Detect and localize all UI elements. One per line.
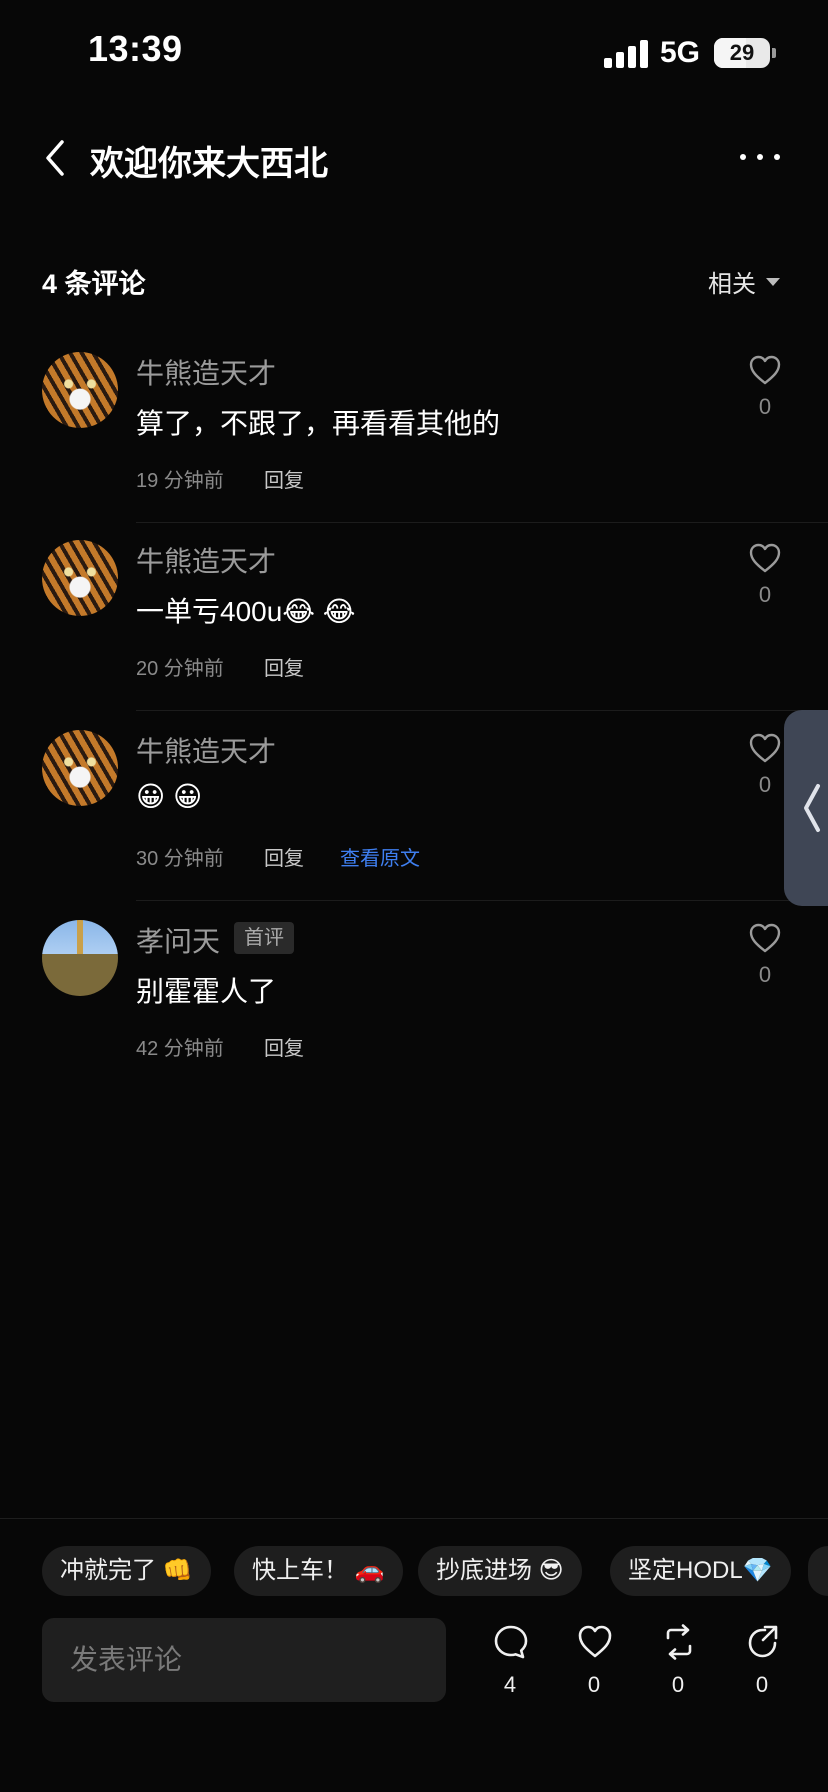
- comment-item: 牛熊造天才 算了，不跟了，再看看其他的 19 分钟前 回复 0: [0, 352, 828, 542]
- battery-icon: 29: [714, 38, 770, 68]
- comment-text: 😀 😀: [136, 781, 203, 812]
- comment-time: 42 分钟前: [136, 1038, 224, 1060]
- bottom-divider: [0, 1518, 828, 1519]
- avatar[interactable]: [42, 730, 118, 806]
- reposts-count: 0: [671, 1672, 685, 1697]
- comment-count-title: 4 条评论: [42, 269, 146, 299]
- quick-reply-chip-overflow[interactable]: [808, 1546, 828, 1596]
- more-options-button[interactable]: [740, 154, 780, 162]
- comments-count: 4: [503, 1672, 517, 1697]
- side-drawer-handle[interactable]: [784, 710, 828, 906]
- reply-button[interactable]: 回复: [264, 464, 304, 493]
- more-dots-icon: [740, 154, 746, 160]
- share-action[interactable]: 0: [732, 1624, 792, 1700]
- page-title: 欢迎你来大西北: [90, 145, 328, 183]
- heart-icon[interactable]: [748, 542, 782, 574]
- status-time: 13:39: [88, 28, 183, 69]
- comments-action[interactable]: 4: [480, 1624, 540, 1700]
- avatar[interactable]: [42, 540, 118, 616]
- comment-time: 19 分钟前: [136, 470, 224, 492]
- battery-cap: [772, 48, 776, 58]
- caret-down-icon[interactable]: [766, 278, 780, 286]
- comment-time: 30 分钟前: [136, 848, 224, 870]
- like-count: 0: [758, 394, 772, 419]
- comment-username[interactable]: 牛熊造天才: [136, 352, 276, 392]
- like-count: 0: [758, 772, 772, 797]
- heart-icon[interactable]: [748, 732, 782, 764]
- like-count: 0: [758, 582, 772, 607]
- comment-text: 算了，不跟了，再看看其他的: [136, 408, 501, 439]
- reply-button[interactable]: 回复: [264, 1032, 304, 1061]
- repost-action[interactable]: 0: [648, 1624, 708, 1700]
- shares-count: 0: [755, 1672, 769, 1697]
- like-action[interactable]: 0: [564, 1624, 624, 1700]
- heart-icon[interactable]: [748, 354, 782, 386]
- divider: [136, 900, 828, 901]
- battery-level: 29: [729, 40, 755, 65]
- heart-icon: [578, 1625, 612, 1658]
- comment-username[interactable]: 孝问天: [136, 920, 220, 960]
- back-button[interactable]: [36, 136, 76, 180]
- avatar[interactable]: [42, 352, 118, 428]
- signal-icon: [604, 40, 648, 68]
- heart-icon[interactable]: [748, 922, 782, 954]
- sort-dropdown[interactable]: 相关: [708, 264, 756, 299]
- comment-username[interactable]: 牛熊造天才: [136, 540, 276, 580]
- divider: [136, 522, 828, 523]
- chevron-left-icon: [46, 140, 64, 176]
- avatar[interactable]: [42, 920, 118, 996]
- comment-text: 一单亏400u😂 😂: [136, 596, 356, 627]
- network-type: 5G: [660, 36, 701, 69]
- like-count: 0: [758, 962, 772, 987]
- quick-reply-chip[interactable]: 抄底进场 😎: [418, 1546, 582, 1596]
- reply-button[interactable]: 回复: [264, 652, 304, 681]
- divider: [136, 710, 828, 711]
- quick-reply-chip[interactable]: 快上车！ 🚗: [234, 1546, 403, 1596]
- likes-count: 0: [587, 1672, 601, 1697]
- view-original-link[interactable]: 查看原文: [340, 842, 420, 871]
- comment-time: 20 分钟前: [136, 658, 224, 680]
- comment-text: 别霍霍人了: [136, 976, 277, 1007]
- comment-item: 牛熊造天才 一单亏400u😂 😂 20 分钟前 回复 0: [0, 540, 828, 730]
- reply-button[interactable]: 回复: [264, 842, 304, 871]
- repost-icon: [666, 1624, 692, 1660]
- share-icon: [748, 1625, 778, 1658]
- first-comment-badge: 首评: [234, 922, 294, 954]
- comment-bubble-icon: [494, 1625, 528, 1659]
- quick-reply-chip[interactable]: 冲就完了 👊: [42, 1546, 211, 1596]
- comment-item: 孝问天 首评 别霍霍人了 42 分钟前 回复 0: [0, 920, 828, 1110]
- quick-reply-chip[interactable]: 坚定HODL💎: [610, 1546, 791, 1596]
- comment-username[interactable]: 牛熊造天才: [136, 730, 276, 770]
- comment-input-box[interactable]: [42, 1618, 446, 1702]
- comment-item: 牛熊造天才 😀 😀 30 分钟前 回复 查看原文 0: [0, 730, 828, 920]
- chevron-left-icon: [804, 784, 820, 832]
- comment-input[interactable]: [42, 1618, 446, 1702]
